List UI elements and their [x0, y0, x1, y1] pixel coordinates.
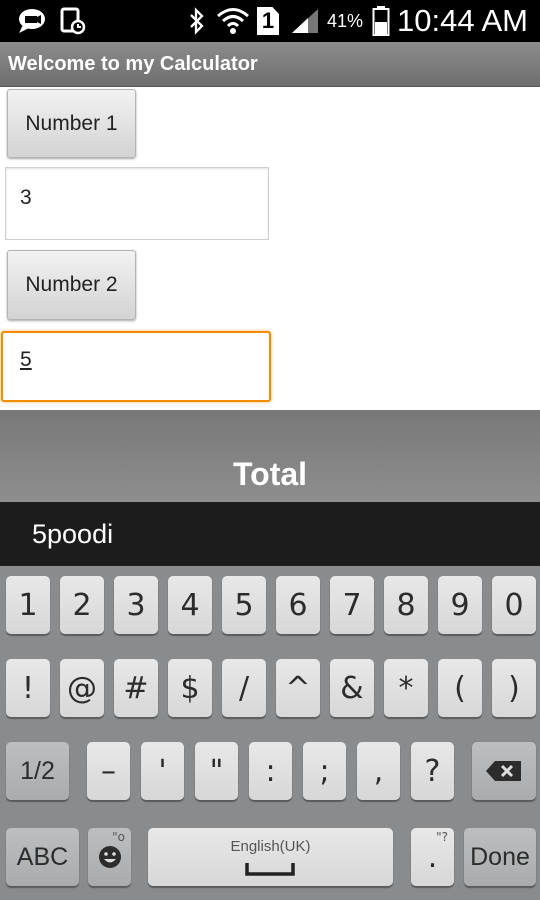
key-row3[interactable]: , [357, 742, 400, 800]
key-row1[interactable]: 0 [492, 576, 536, 634]
key-row2[interactable]: / [222, 659, 266, 717]
key-row3[interactable]: ; [303, 742, 346, 800]
number2-input[interactable]: 5 [1, 331, 271, 402]
key-row3[interactable]: " [195, 742, 238, 800]
wifi-icon [216, 6, 250, 36]
clock: 10:44 AM [397, 3, 528, 38]
emoji-key-hint: "o [112, 830, 125, 844]
key-row1[interactable]: 1 [6, 576, 50, 634]
key-row2[interactable]: ( [438, 659, 482, 717]
key-row3[interactable]: – [87, 742, 130, 800]
sim-icon: 1 [256, 6, 280, 36]
number2-value: 5 [20, 348, 32, 371]
key-row2[interactable]: & [330, 659, 374, 717]
key-fraction[interactable]: 1/2 [6, 742, 69, 800]
screenshot-icon [58, 6, 88, 36]
suggestion-strip[interactable]: 5poodi [0, 502, 540, 566]
backspace-key[interactable] [472, 742, 536, 800]
key-row3[interactable]: ? [411, 742, 454, 800]
emoji-key[interactable]: "o [88, 828, 131, 886]
total-label: Total [232, 456, 308, 492]
space-key[interactable]: English(UK) [148, 828, 393, 886]
backspace-icon [486, 761, 521, 781]
number1-value: 3 [20, 186, 32, 209]
battery-icon [370, 6, 392, 36]
app-title-bar: Welcome to my Calculator [0, 42, 540, 87]
key-row1[interactable]: 8 [384, 576, 428, 634]
key-row2[interactable]: ) [492, 659, 536, 717]
key-row1[interactable]: 9 [438, 576, 482, 634]
signal-icon [289, 6, 321, 36]
status-bar: 1 41% 10:44 AM [0, 0, 540, 42]
period-key[interactable]: "? . [411, 828, 454, 886]
sim-slot-number: 1 [257, 7, 279, 35]
abc-key[interactable]: ABC [6, 828, 79, 886]
key-row2[interactable]: @ [60, 659, 104, 717]
suggestion-word[interactable]: 5poodi [32, 519, 113, 550]
key-row1[interactable]: 2 [60, 576, 104, 634]
key-row1[interactable]: 5 [222, 576, 266, 634]
key-row2[interactable]: ! [6, 659, 50, 717]
key-row2[interactable]: * [384, 659, 428, 717]
keyboard: 1234567890 ! @ # $ / ^ & *() 1/2– ' ":;,? ABC "o … [0, 566, 540, 900]
chat-icon [14, 6, 48, 36]
key-row3[interactable]: ' [141, 742, 184, 800]
key-row3[interactable]: : [249, 742, 292, 800]
key-row2[interactable]: $ [168, 659, 212, 717]
total-bar[interactable]: Total [0, 410, 540, 502]
key-row1[interactable]: 4 [168, 576, 212, 634]
number1-button[interactable]: Number 1 [7, 89, 136, 158]
bluetooth-icon [185, 6, 209, 36]
space-language-label: English(UK) [230, 838, 311, 855]
key-row2[interactable]: ^ [276, 659, 320, 717]
done-key[interactable]: Done [464, 828, 536, 886]
period-key-label: . [427, 839, 438, 875]
smiley-icon [98, 846, 121, 868]
number2-button[interactable]: Number 2 [7, 250, 136, 320]
number1-input[interactable]: 3 [5, 167, 269, 240]
app-title: Welcome to my Calculator [8, 53, 258, 75]
key-row1[interactable]: 3 [114, 576, 158, 634]
key-row2[interactable]: # [114, 659, 158, 717]
battery-percent: 41% [327, 11, 364, 31]
space-bar-icon [245, 863, 295, 876]
period-key-hint: "? [436, 830, 448, 844]
key-row1[interactable]: 7 [330, 576, 374, 634]
key-row1[interactable]: 6 [276, 576, 320, 634]
